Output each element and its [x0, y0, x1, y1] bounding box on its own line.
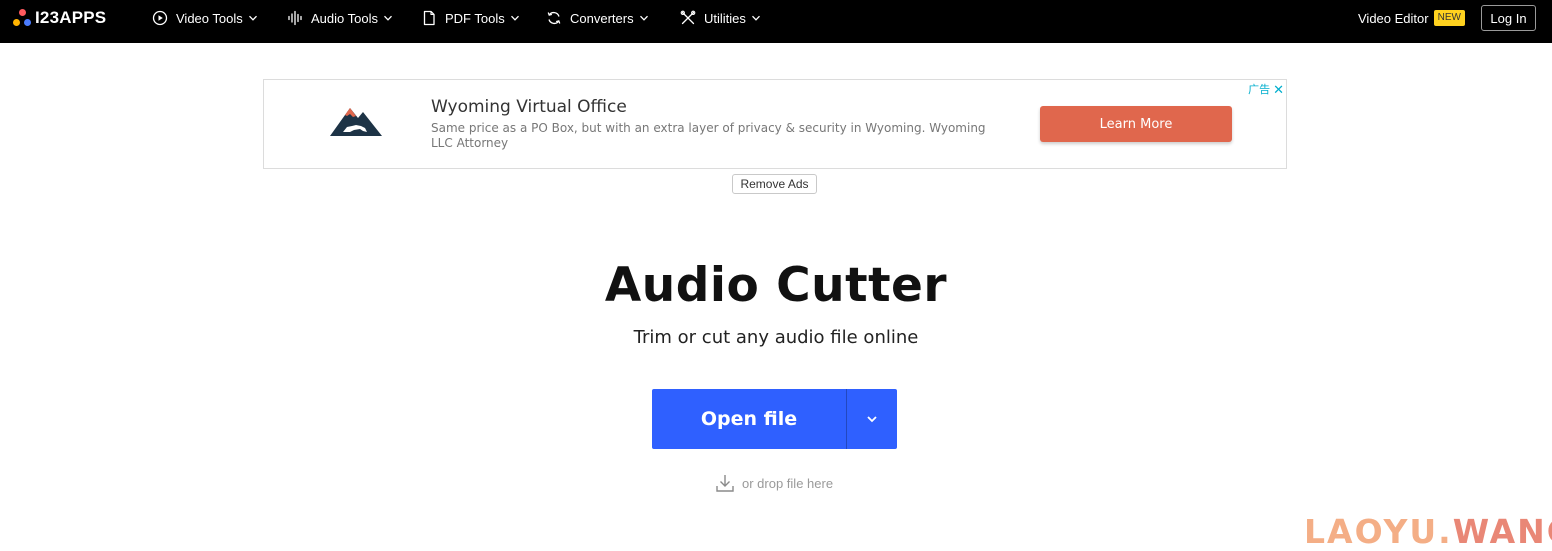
tools-icon [679, 9, 697, 27]
video-editor-link[interactable]: Video Editor NEW [1358, 0, 1465, 36]
ad-mountain-logo-icon [330, 108, 382, 136]
ad-title[interactable]: Wyoming Virtual Office [431, 97, 627, 117]
ad-description: Same price as a PO Box, but with an extr… [431, 121, 986, 150]
brand-name: I23APPS [35, 8, 107, 27]
page-subtitle: Trim or cut any audio file online [633, 327, 919, 348]
audio-wave-icon [286, 9, 304, 27]
nav-pdf-tools-label: PDF Tools [445, 10, 505, 26]
logo-dot-yellow [13, 19, 20, 26]
nav-converters[interactable]: Converters [545, 0, 649, 36]
nav-pdf-tools[interactable]: PDF Tools [420, 0, 520, 36]
logo-dot-blue [24, 19, 31, 26]
chevron-down-icon [639, 15, 648, 21]
chevron-down-icon [248, 15, 257, 21]
watermark-text: LAOYU.WANG [1304, 512, 1552, 551]
top-nav-bar: I23APPS Video Tools Audio Tools PDF Tool… [0, 0, 1552, 43]
open-file-button-group: Open file [652, 389, 897, 449]
ad-label: 广告 [1248, 84, 1271, 96]
brand-logo[interactable]: I23APPS [13, 8, 106, 28]
logo-dot-red [19, 9, 26, 16]
chevron-down-icon [510, 15, 519, 21]
nav-utilities-label: Utilities [704, 10, 746, 26]
close-icon[interactable]: ✕ [1273, 83, 1284, 96]
remove-ads-button[interactable]: Remove Ads [732, 174, 817, 194]
video-editor-label: Video Editor [1358, 10, 1429, 26]
video-play-icon [151, 9, 169, 27]
ad-learn-more-button[interactable]: Learn More [1040, 106, 1232, 142]
nav-converters-label: Converters [570, 10, 634, 26]
new-badge: NEW [1433, 10, 1465, 26]
open-file-button[interactable]: Open file [652, 389, 846, 449]
ad-banner[interactable]: Wyoming Virtual Office Same price as a P… [263, 79, 1287, 169]
watermark-part1: LAOYU. [1304, 512, 1453, 551]
download-tray-icon [716, 475, 734, 492]
page-title: Audio Cutter [604, 258, 948, 313]
nav-video-tools[interactable]: Video Tools [151, 0, 258, 36]
drop-zone-hint[interactable]: or drop file here [714, 472, 833, 494]
chevron-down-icon [384, 15, 392, 21]
watermark-part2: WANG [1452, 512, 1552, 551]
drop-hint-text: or drop file here [742, 475, 834, 491]
ad-choices[interactable]: 广告 ✕ [1248, 81, 1284, 97]
chevron-down-icon [751, 15, 760, 21]
convert-cycle-icon [545, 9, 563, 27]
logo-dots-icon [13, 8, 33, 28]
nav-audio-tools-label: Audio Tools [311, 10, 378, 26]
chevron-down-icon [867, 416, 877, 423]
nav-audio-tools[interactable]: Audio Tools [286, 0, 393, 36]
open-file-options-button[interactable] [847, 389, 897, 449]
nav-utilities[interactable]: Utilities [679, 0, 761, 36]
login-button[interactable]: Log In [1481, 5, 1536, 31]
pdf-document-icon [420, 9, 438, 27]
nav-video-tools-label: Video Tools [176, 10, 243, 26]
